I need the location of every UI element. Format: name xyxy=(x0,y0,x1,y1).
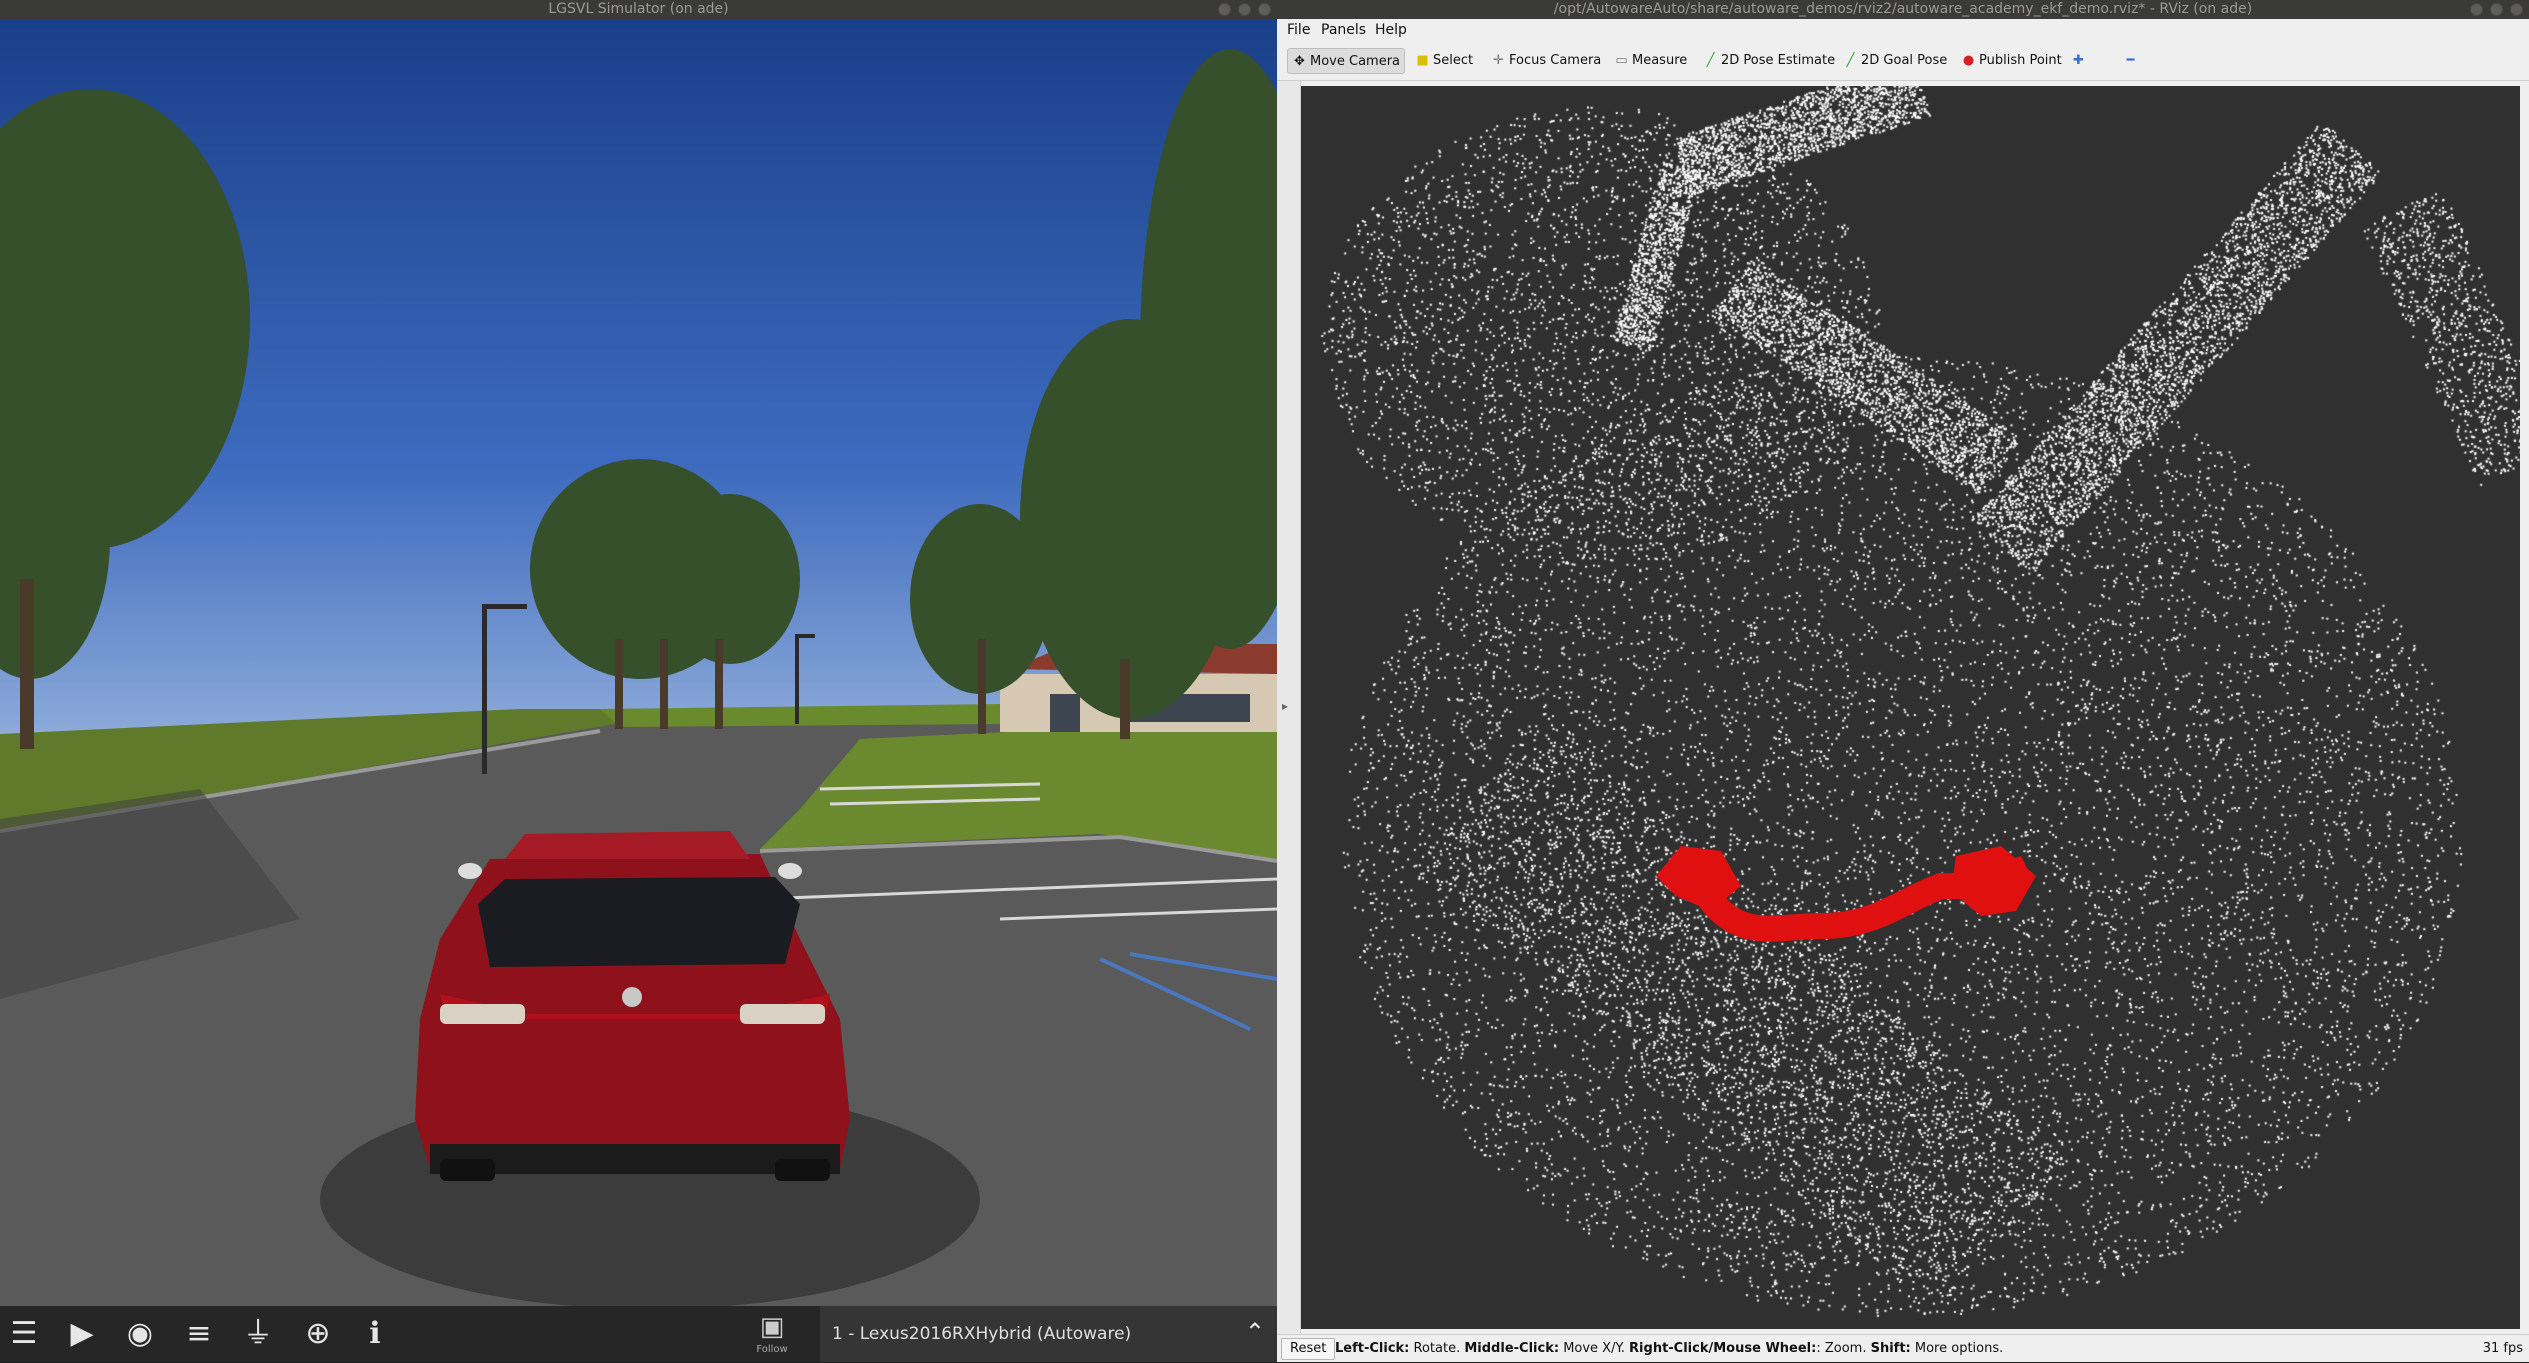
pose-estimate-tool[interactable]: ╱ 2D Pose Estimate xyxy=(1699,48,1836,74)
status-bar: Reset Left-Click: Rotate. Middle-Click: … xyxy=(1277,1334,2529,1362)
move-camera-icon: ✥ xyxy=(1294,54,1305,69)
tool-bar: ✥ Move Camera ■ Select ✛ Focus Camera ▭ Meas… xyxy=(1277,41,2529,81)
remove-tool-button[interactable]: ━ xyxy=(2119,48,2141,74)
side-panel-collapsed[interactable]: ▸ xyxy=(1277,81,1301,1333)
hint-shift: Shift: xyxy=(1870,1341,1911,1356)
rviz-window-controls xyxy=(2470,3,2523,16)
expand-arrow-icon[interactable]: ▸ xyxy=(1282,699,1288,713)
plug-icon[interactable]: ⏚ xyxy=(240,1316,276,1352)
maximize-button[interactable] xyxy=(1238,3,1251,16)
map-pin-icon: ● xyxy=(1962,53,1975,68)
move-camera-tool[interactable]: ✥ Move Camera xyxy=(1287,48,1405,74)
minimize-button[interactable] xyxy=(2470,3,2483,16)
hint-middle-click: Middle-Click: xyxy=(1464,1341,1560,1356)
lgsvl-window: LGSVL Simulator (on ade) ☰ ▶ ◉ ≡ ⏚ ⊕ ℹ ▣… xyxy=(0,0,1277,1362)
hint-left-click: Left-Click: xyxy=(1335,1341,1410,1356)
select-tool[interactable]: ■ Select xyxy=(1411,48,1473,74)
lgsvl-title: LGSVL Simulator (on ade) xyxy=(548,1,729,17)
simulation-viewport[interactable] xyxy=(0,19,1277,1306)
hint-right-click: Right-Click/Mouse Wheel: xyxy=(1629,1341,1817,1356)
rviz-title: /opt/AutowareAuto/share/autoware_demos/r… xyxy=(1553,1,2253,17)
measure-tool[interactable]: ▭ Measure xyxy=(1610,48,1687,74)
maximize-button[interactable] xyxy=(2490,3,2503,16)
lgsvl-titlebar: LGSVL Simulator (on ade) xyxy=(0,0,1277,19)
ruler-icon: ▭ xyxy=(1615,53,1628,68)
select-icon: ■ xyxy=(1416,53,1429,68)
menu-bar: File Panels Help xyxy=(1277,19,2529,41)
eye-icon[interactable]: ◉ xyxy=(122,1316,158,1352)
hint-shift-action: More options. xyxy=(1914,1341,2004,1356)
minus-icon: ━ xyxy=(2126,53,2135,68)
green-arrow-icon: ╱ xyxy=(1846,53,1855,68)
hint-middle-click-action: Move X/Y. xyxy=(1563,1341,1625,1356)
minimize-button[interactable] xyxy=(1218,3,1231,16)
menu-icon[interactable]: ☰ xyxy=(6,1316,42,1352)
rviz-titlebar: /opt/AutowareAuto/share/autoware_demos/r… xyxy=(1277,0,2529,19)
viewport-border xyxy=(2520,86,2529,1329)
rviz-3d-viewport[interactable] xyxy=(1301,86,2529,1329)
hint-right-click-action: : Zoom. xyxy=(1816,1341,1867,1356)
goal-pose-label: 2D Goal Pose xyxy=(1861,53,1948,68)
measure-label: Measure xyxy=(1632,53,1688,68)
chevron-up-icon[interactable]: ⌃ xyxy=(1245,1318,1265,1346)
follow-camera-button[interactable]: ▣ Follow xyxy=(752,1306,792,1362)
menu-panels[interactable]: Panels xyxy=(1321,19,1366,41)
camera-icon: ▣ xyxy=(759,1312,785,1342)
gamepad-icon[interactable]: ⊕ xyxy=(300,1316,336,1352)
select-label: Select xyxy=(1433,53,1474,68)
menu-help[interactable]: Help xyxy=(1375,19,1407,41)
add-tool-button[interactable]: ✚ xyxy=(2067,48,2089,74)
move-camera-label: Move Camera xyxy=(1310,54,1401,69)
focus-camera-label: Focus Camera xyxy=(1509,53,1602,68)
ekf-trajectory xyxy=(1656,846,2036,942)
scene-graphic xyxy=(0,49,1277,1306)
play-icon[interactable]: ▶ xyxy=(64,1316,100,1352)
close-button[interactable] xyxy=(2510,3,2523,16)
publish-point-tool[interactable]: ● Publish Point xyxy=(1957,48,2062,74)
vehicle-selector[interactable]: 1 - Lexus2016RXHybrid (Autoware) ⌃ xyxy=(820,1306,1277,1362)
pose-estimate-label: 2D Pose Estimate xyxy=(1721,53,1836,68)
reset-button[interactable]: Reset xyxy=(1281,1338,1336,1360)
plus-icon: ✚ xyxy=(2073,53,2084,68)
menu-file[interactable]: File xyxy=(1287,19,1310,41)
green-arrow-icon: ╱ xyxy=(1706,53,1715,68)
follow-label: Follow xyxy=(756,1344,788,1355)
focus-camera-tool[interactable]: ✛ Focus Camera xyxy=(1487,48,1601,74)
mouse-hint: Left-Click: Rotate. Middle-Click: Move X… xyxy=(1335,1335,2003,1363)
sliders-icon[interactable]: ≡ xyxy=(181,1316,217,1352)
fps-counter: 31 fps xyxy=(2482,1341,2523,1356)
focus-camera-icon: ✛ xyxy=(1493,53,1504,68)
vehicle-name: 1 - Lexus2016RXHybrid (Autoware) xyxy=(832,1324,1132,1344)
goal-pose-tool[interactable]: ╱ 2D Goal Pose xyxy=(1839,48,1948,74)
info-icon[interactable]: ℹ xyxy=(357,1316,393,1352)
close-button[interactable] xyxy=(1258,3,1271,16)
lgsvl-window-controls xyxy=(1218,3,1271,16)
publish-point-label: Publish Point xyxy=(1979,53,2062,68)
rviz-window: /opt/AutowareAuto/share/autoware_demos/r… xyxy=(1277,0,2529,1362)
hint-left-click-action: Rotate. xyxy=(1413,1341,1461,1356)
